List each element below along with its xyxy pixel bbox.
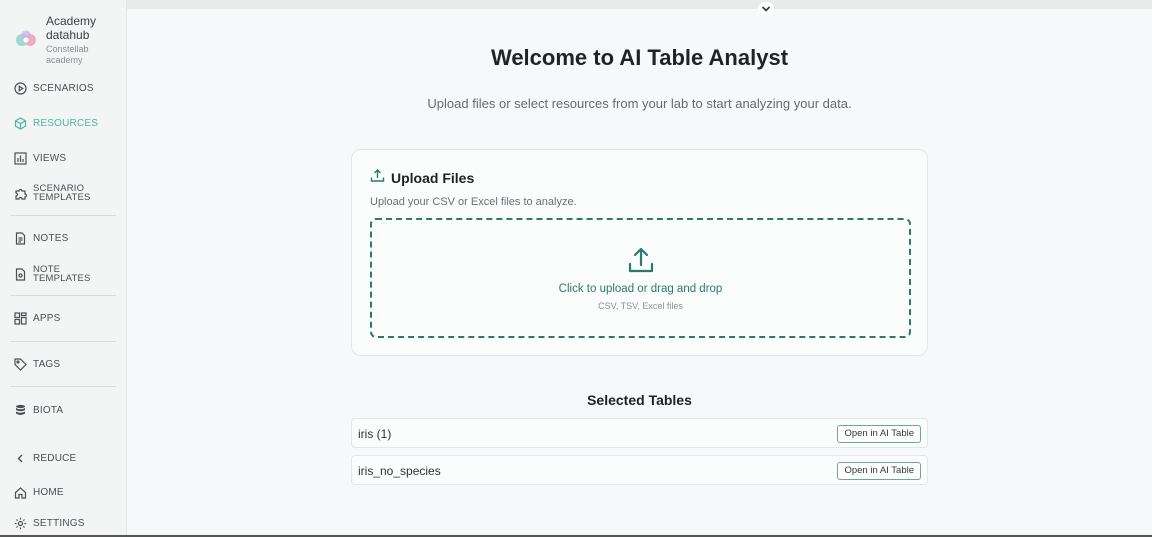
sidebar-item-scenarios[interactable]: SCENARIOS (14, 82, 94, 95)
table-name: iris (1) (358, 427, 392, 441)
logo-icon (14, 28, 38, 52)
play-circle-icon (14, 82, 27, 95)
template-doc-icon (14, 267, 27, 281)
sidebar-item-biota[interactable]: BIOTA (14, 404, 63, 417)
divider (10, 386, 116, 387)
selected-tables-title: Selected Tables (587, 392, 692, 408)
divider (10, 215, 116, 216)
sidebar-item-label: SETTINGS (33, 517, 85, 529)
file-dropzone[interactable]: Click to upload or drag and drop CSV, TS… (370, 218, 911, 338)
bar-chart-icon (14, 152, 27, 165)
sidebar-item-note-templates[interactable]: NOTE TEMPLATES (14, 265, 93, 283)
sidebar-item-scenario-templates[interactable]: SCENARIO TEMPLATES (14, 184, 93, 202)
divider (10, 295, 116, 296)
open-in-ai-table-button[interactable]: Open in AI Table (837, 462, 921, 480)
sidebar-item-label: TAGS (33, 358, 61, 370)
gear-icon (14, 517, 27, 530)
brand[interactable]: Academy datahub Constellab academy (14, 14, 106, 66)
dropzone-hint: CSV, TSV, Excel files (598, 301, 683, 311)
sidebar-item-views[interactable]: VIEWS (14, 152, 66, 165)
puzzle-icon (14, 187, 27, 200)
document-icon (14, 232, 27, 245)
page-title: Welcome to AI Table Analyst (490, 45, 789, 70)
database-icon (14, 404, 27, 417)
open-in-ai-table-button[interactable]: Open in AI Table (837, 425, 921, 443)
upload-icon (370, 168, 385, 188)
brand-subtitle: Constellab academy (46, 44, 89, 65)
sidebar-item-label: NOTE TEMPLATES (33, 264, 91, 284)
dropzone-label: Click to upload or drag and drop (558, 283, 723, 295)
sidebar-item-label: REDUCE (33, 452, 77, 464)
table-row: iris (1) Open in AI Table (351, 418, 928, 448)
sidebar-item-notes[interactable]: NOTES (14, 232, 68, 245)
sidebar-item-settings[interactable]: SETTINGS (14, 517, 85, 530)
top-bar (127, 0, 1152, 16)
sidebar-item-apps[interactable]: APPS (14, 312, 60, 325)
sidebar-item-tags[interactable]: TAGS (14, 358, 60, 371)
sidebar-item-label: SCENARIOS (33, 82, 94, 94)
table-row: iris_no_species Open in AI Table (351, 455, 928, 485)
sidebar-item-resources[interactable]: RESOURCES (14, 117, 98, 130)
sidebar-item-label: RESOURCES (33, 117, 99, 129)
page-subtitle: Upload files or select resources from yo… (427, 96, 852, 111)
chevron-left-icon (14, 452, 27, 465)
sidebar: Academy datahub Constellab academy SCENA… (0, 0, 127, 537)
sidebar-item-label: SCENARIO TEMPLATES (33, 183, 91, 203)
main-content: Welcome to AI Table Analyst Upload files… (127, 9, 1152, 535)
cube-icon (14, 117, 27, 130)
upload-large-icon (627, 246, 655, 279)
table-name: iris_no_species (358, 464, 441, 478)
upload-description: Upload your CSV or Excel files to analyz… (370, 196, 577, 208)
divider (10, 341, 116, 342)
tag-icon (14, 358, 27, 371)
sidebar-item-home[interactable]: HOME (14, 486, 64, 499)
grid-icon (14, 312, 27, 325)
sidebar-item-label: HOME (33, 486, 64, 498)
upload-title: Upload Files (391, 170, 475, 186)
sidebar-item-label: APPS (33, 312, 61, 324)
home-icon (14, 486, 27, 499)
sidebar-item-label: VIEWS (33, 152, 67, 164)
sidebar-item-label: BIOTA (33, 404, 64, 416)
upload-card: Upload Files Upload your CSV or Excel fi… (351, 149, 928, 356)
sidebar-item-label: NOTES (33, 232, 69, 244)
reduce-sidebar-button[interactable]: REDUCE (14, 452, 76, 465)
brand-name: Academy datahub (46, 14, 97, 42)
